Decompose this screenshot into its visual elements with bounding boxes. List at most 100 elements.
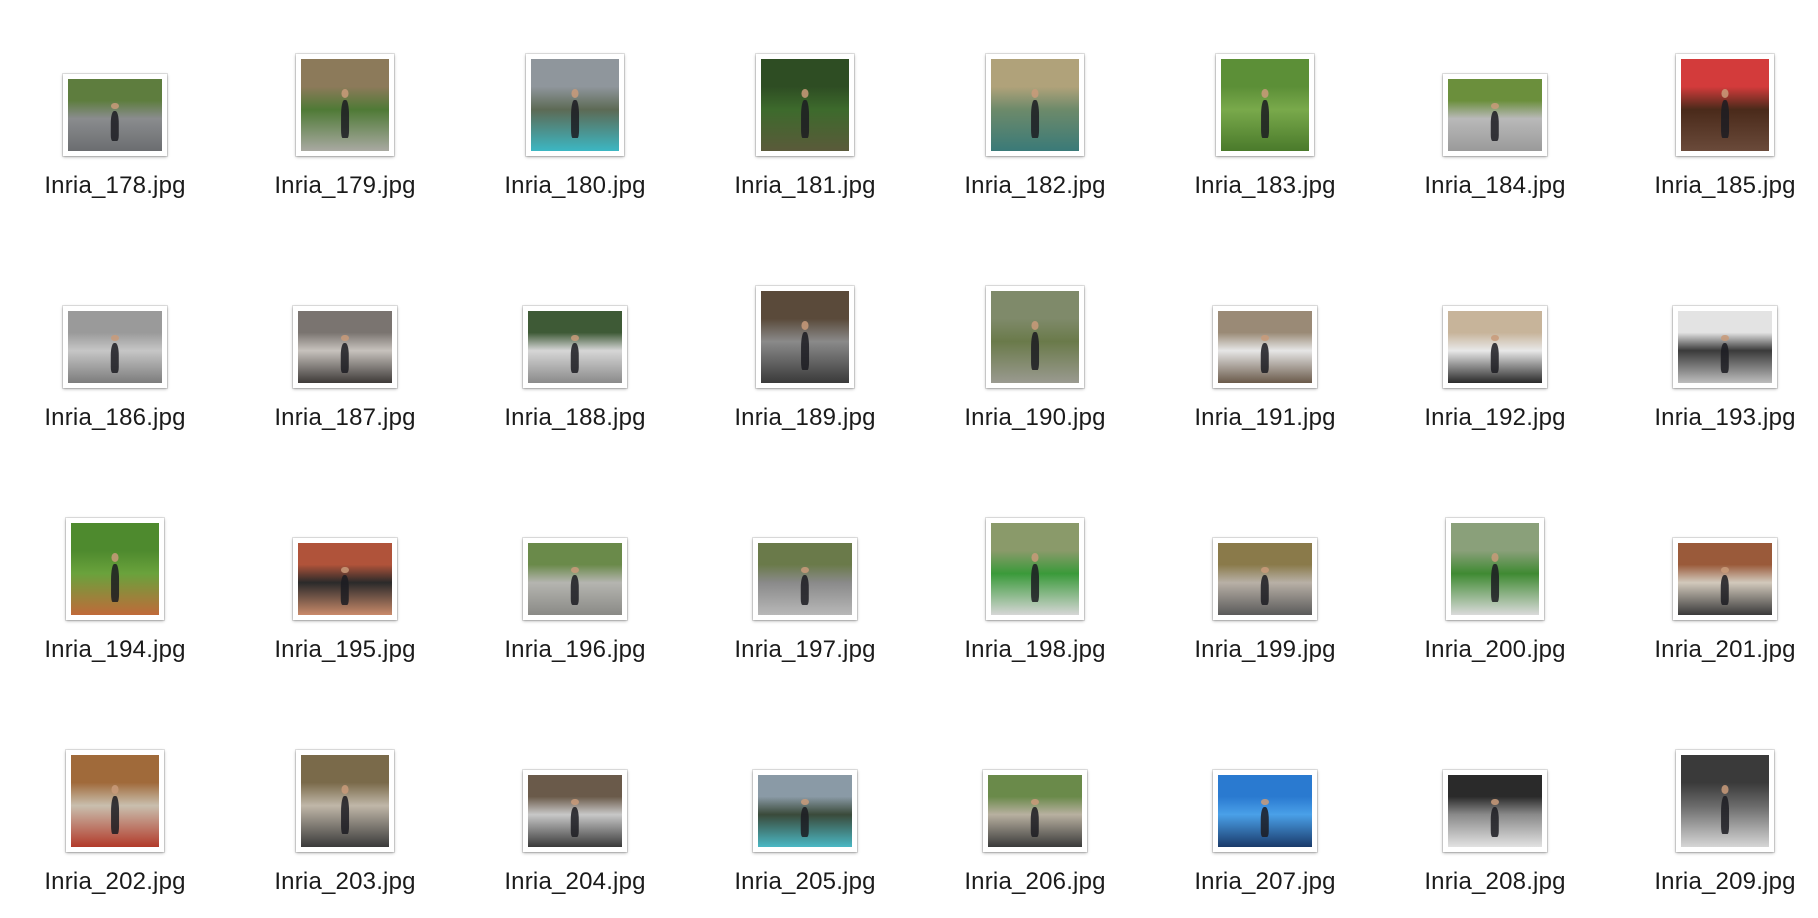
file-name-label[interactable]: Inria_178.jpg (0, 172, 230, 200)
file-item[interactable]: Inria_188.jpg (460, 238, 690, 438)
file-item[interactable]: Inria_207.jpg (1150, 702, 1380, 902)
file-name-label[interactable]: Inria_198.jpg (920, 636, 1150, 664)
file-thumbnail[interactable] (986, 54, 1084, 156)
file-name-label[interactable]: Inria_181.jpg (690, 172, 920, 200)
file-name-label[interactable]: Inria_207.jpg (1150, 868, 1380, 896)
file-name-label[interactable]: Inria_200.jpg (1380, 636, 1610, 664)
file-name-label[interactable]: Inria_206.jpg (920, 868, 1150, 896)
file-thumbnail[interactable] (756, 286, 854, 388)
file-name-label[interactable]: Inria_191.jpg (1150, 404, 1380, 432)
file-thumbnail[interactable] (1673, 306, 1777, 388)
file-name-label[interactable]: Inria_199.jpg (1150, 636, 1380, 664)
file-thumbnail[interactable] (523, 770, 627, 852)
file-name-label[interactable]: Inria_180.jpg (460, 172, 690, 200)
file-item[interactable]: Inria_201.jpg (1610, 470, 1818, 670)
file-name-label[interactable]: Inria_179.jpg (230, 172, 460, 200)
file-item[interactable]: Inria_183.jpg (1150, 6, 1380, 206)
file-thumbnail[interactable] (296, 750, 394, 852)
file-item[interactable]: Inria_193.jpg (1610, 238, 1818, 438)
file-item[interactable]: Inria_185.jpg (1610, 6, 1818, 206)
file-item[interactable]: Inria_200.jpg (1380, 470, 1610, 670)
file-item[interactable]: Inria_195.jpg (230, 470, 460, 670)
file-item[interactable]: Inria_179.jpg (230, 6, 460, 206)
file-item[interactable]: Inria_194.jpg (0, 470, 230, 670)
file-thumbnail[interactable] (1213, 538, 1317, 620)
file-thumbnail[interactable] (296, 54, 394, 156)
file-thumbnail[interactable] (1443, 770, 1547, 852)
file-item[interactable]: Inria_190.jpg (920, 238, 1150, 438)
file-item[interactable]: Inria_202.jpg (0, 702, 230, 902)
file-item[interactable]: Inria_198.jpg (920, 470, 1150, 670)
file-name-label[interactable]: Inria_205.jpg (690, 868, 920, 896)
file-name-label[interactable]: Inria_195.jpg (230, 636, 460, 664)
file-thumbnail[interactable] (293, 538, 397, 620)
file-item[interactable]: Inria_180.jpg (460, 6, 690, 206)
file-thumbnail[interactable] (63, 74, 167, 156)
file-thumbnail[interactable] (1216, 54, 1314, 156)
file-thumbnail[interactable] (756, 54, 854, 156)
file-thumbnail[interactable] (1443, 306, 1547, 388)
thumbnail-image (1678, 543, 1772, 615)
file-name-label[interactable]: Inria_185.jpg (1610, 172, 1818, 200)
file-item[interactable]: Inria_192.jpg (1380, 238, 1610, 438)
file-thumbnail[interactable] (1673, 538, 1777, 620)
file-name-label[interactable]: Inria_189.jpg (690, 404, 920, 432)
file-name-label[interactable]: Inria_193.jpg (1610, 404, 1818, 432)
file-item[interactable]: Inria_182.jpg (920, 6, 1150, 206)
file-thumbnail[interactable] (986, 518, 1084, 620)
file-thumbnail[interactable] (526, 54, 624, 156)
file-name-label[interactable]: Inria_192.jpg (1380, 404, 1610, 432)
file-thumbnail[interactable] (983, 770, 1087, 852)
file-thumbnail[interactable] (63, 306, 167, 388)
file-name-label[interactable]: Inria_209.jpg (1610, 868, 1818, 896)
file-thumbnail[interactable] (523, 306, 627, 388)
file-name-label[interactable]: Inria_202.jpg (0, 868, 230, 896)
file-name-label[interactable]: Inria_190.jpg (920, 404, 1150, 432)
file-thumbnail[interactable] (66, 750, 164, 852)
file-name-label[interactable]: Inria_182.jpg (920, 172, 1150, 200)
file-name-label[interactable]: Inria_203.jpg (230, 868, 460, 896)
file-item[interactable]: Inria_199.jpg (1150, 470, 1380, 670)
file-thumbnail[interactable] (293, 306, 397, 388)
file-name-label[interactable]: Inria_184.jpg (1380, 172, 1610, 200)
file-thumbnail[interactable] (1213, 306, 1317, 388)
file-name-label[interactable]: Inria_194.jpg (0, 636, 230, 664)
file-item[interactable]: Inria_208.jpg (1380, 702, 1610, 902)
file-thumbnail[interactable] (753, 538, 857, 620)
file-name-label[interactable]: Inria_204.jpg (460, 868, 690, 896)
file-item[interactable]: Inria_206.jpg (920, 702, 1150, 902)
file-thumbnail[interactable] (753, 770, 857, 852)
file-name-label[interactable]: Inria_187.jpg (230, 404, 460, 432)
file-name-label[interactable]: Inria_196.jpg (460, 636, 690, 664)
file-name-label[interactable]: Inria_186.jpg (0, 404, 230, 432)
thumbnail-image (1678, 311, 1772, 383)
file-thumbnail[interactable] (1676, 750, 1774, 852)
file-item[interactable]: Inria_184.jpg (1380, 6, 1610, 206)
file-name-label[interactable]: Inria_183.jpg (1150, 172, 1380, 200)
file-item[interactable]: Inria_181.jpg (690, 6, 920, 206)
file-item[interactable]: Inria_187.jpg (230, 238, 460, 438)
file-name-label[interactable]: Inria_208.jpg (1380, 868, 1610, 896)
file-item[interactable]: Inria_205.jpg (690, 702, 920, 902)
file-item[interactable]: Inria_209.jpg (1610, 702, 1818, 902)
file-item[interactable]: Inria_186.jpg (0, 238, 230, 438)
file-name-label[interactable]: Inria_188.jpg (460, 404, 690, 432)
file-item[interactable]: Inria_191.jpg (1150, 238, 1380, 438)
file-thumbnail[interactable] (1213, 770, 1317, 852)
file-item[interactable]: Inria_189.jpg (690, 238, 920, 438)
file-grid: Inria_178.jpg Inria_179.jpg Inria_180.jpg I… (0, 0, 1818, 918)
file-item[interactable]: Inria_196.jpg (460, 470, 690, 670)
file-thumbnail[interactable] (523, 538, 627, 620)
file-item[interactable]: Inria_203.jpg (230, 702, 460, 902)
thumbnail-image (71, 523, 159, 615)
file-thumbnail[interactable] (66, 518, 164, 620)
file-item[interactable]: Inria_178.jpg (0, 6, 230, 206)
file-thumbnail[interactable] (1676, 54, 1774, 156)
file-thumbnail[interactable] (1443, 74, 1547, 156)
file-name-label[interactable]: Inria_201.jpg (1610, 636, 1818, 664)
file-thumbnail[interactable] (1446, 518, 1544, 620)
file-item[interactable]: Inria_197.jpg (690, 470, 920, 670)
file-name-label[interactable]: Inria_197.jpg (690, 636, 920, 664)
file-item[interactable]: Inria_204.jpg (460, 702, 690, 902)
file-thumbnail[interactable] (986, 286, 1084, 388)
